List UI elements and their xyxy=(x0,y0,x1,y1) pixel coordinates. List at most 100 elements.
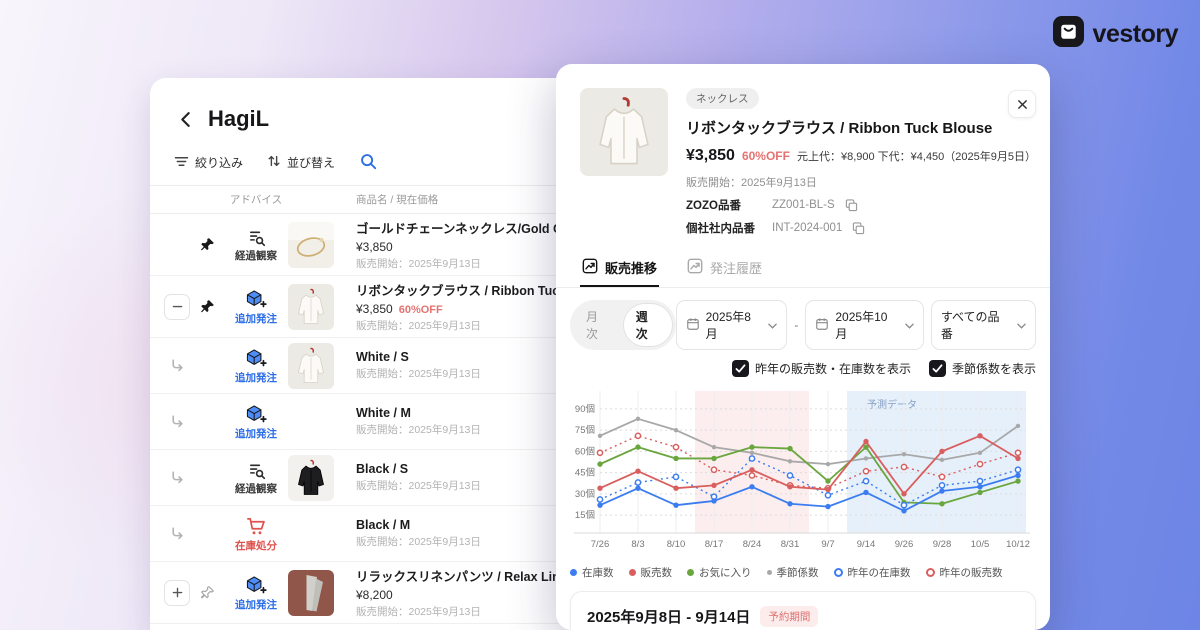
sort-label: 並び替え xyxy=(287,154,335,171)
product-name: Black / M xyxy=(356,518,574,532)
svg-text:10/12: 10/12 xyxy=(1006,539,1030,550)
reorder-icon xyxy=(245,289,267,312)
advice-label: 経過観察 xyxy=(235,484,277,495)
sort-button[interactable]: 並び替え xyxy=(267,154,335,171)
product-list-panel: HagiL 絞り込み 並び替え アドバイス 商品名 / 現在価格 経過観察ゴール… xyxy=(150,78,574,630)
advice-reorder: 追加発注 xyxy=(224,289,288,324)
tab-label: 発注履歴 xyxy=(710,258,762,277)
sku-filter-dropdown[interactable]: すべての品番 xyxy=(931,300,1036,350)
chart-legend: 在庫数販売数お気に入り季節係数昨年の在庫数昨年の販売数 xyxy=(556,564,1050,580)
toggle-monthly[interactable]: 月次 xyxy=(573,303,623,347)
chevron-down-icon xyxy=(1017,318,1026,332)
expand-button[interactable] xyxy=(164,580,190,606)
legend-item: 昨年の販売数 xyxy=(926,565,1003,580)
checkbox-last-year[interactable]: 昨年の販売数・在庫数を表示 xyxy=(732,360,911,377)
sort-icon xyxy=(267,154,281,171)
legend-label: 昨年の在庫数 xyxy=(848,565,911,580)
logo-text: vestory xyxy=(1093,20,1178,49)
date-to-dropdown[interactable]: 2025年10月 xyxy=(805,300,923,350)
legend-ring-marker xyxy=(926,568,935,577)
collapse-button[interactable] xyxy=(164,294,190,320)
svg-text:90個: 90個 xyxy=(575,403,595,415)
search-button[interactable] xyxy=(359,152,377,173)
internal-sku-value: INT-2024-001 xyxy=(772,222,842,234)
svg-text:9/7: 9/7 xyxy=(821,539,834,550)
advice-reorder: 追加発注 xyxy=(224,575,288,610)
date-to-value: 2025年10月 xyxy=(835,308,898,342)
discount-label: 60%OFF xyxy=(742,149,790,163)
product-image xyxy=(288,455,334,501)
product-image xyxy=(288,284,334,330)
pin-button-filled[interactable] xyxy=(200,237,215,252)
product-row[interactable]: 追加発注リラックスリネンパンツ / Relax Linen Pants¥8,20… xyxy=(150,561,574,623)
product-name: White / M xyxy=(356,406,574,420)
product-detail-modal: ネックレス リボンタックブラウス / Ribbon Tuck Blouse ¥3… xyxy=(556,64,1050,630)
legend-label: 季節係数 xyxy=(777,565,819,580)
app-background: vestory HagiL 絞り込み 並び替え アドバイス 商品名 / 現在価格… xyxy=(0,0,1200,630)
advice-observe: 経過観察 xyxy=(224,461,288,495)
copy-icon[interactable] xyxy=(845,199,858,212)
product-row[interactable]: 経過観察Black / S販売開始：2025年9月13日 xyxy=(150,449,574,505)
product-name: リボンタックブラウス / Ribbon Tuck Blouse xyxy=(356,280,574,299)
child-arrow-icon xyxy=(164,469,190,486)
copy-icon[interactable] xyxy=(852,222,865,235)
svg-text:9/14: 9/14 xyxy=(857,539,876,550)
product-name: White / S xyxy=(356,350,574,364)
checkbox-season-factor[interactable]: 季節係数を表示 xyxy=(929,360,1036,377)
period-toggle: 月次 週次 xyxy=(570,300,676,350)
internal-sku-label: 個社社内品番 xyxy=(686,220,762,236)
summary-period: 2025年9月8日 - 9月14日 xyxy=(587,606,750,627)
product-price: ¥3,850 xyxy=(356,240,393,254)
chevron-down-icon xyxy=(905,318,914,332)
svg-text:8/17: 8/17 xyxy=(705,539,724,550)
product-rows: 経過観察ゴールドチェーンネックレス/Gold Chain Nec¥3,850販売… xyxy=(150,214,574,630)
reorder-icon xyxy=(245,348,267,371)
toggle-weekly[interactable]: 週次 xyxy=(623,303,673,347)
svg-text:9/26: 9/26 xyxy=(895,539,914,550)
product-row[interactable]: 追加発注White / S販売開始：2025年9月13日 xyxy=(150,337,574,393)
product-row[interactable]: 経過観察ゴールドチェーンネックレス/Gold Chain Nec¥3,850販売… xyxy=(150,214,574,275)
filter-button[interactable]: 絞り込み xyxy=(174,154,243,171)
advice-label: 追加発注 xyxy=(235,314,277,325)
sale-start-date: 販売開始：2025年9月13日 xyxy=(356,604,574,619)
advice-reorder: 追加発注 xyxy=(224,404,288,439)
legend-label: 昨年の販売数 xyxy=(940,565,1003,580)
product-row[interactable]: 在庫処分 Black / M 販売開始：2025年9月13日 xyxy=(150,505,574,561)
product-name: Black / S xyxy=(356,462,574,476)
date-from-dropdown[interactable]: 2025年8月 xyxy=(676,300,788,350)
column-advice: アドバイス xyxy=(224,192,288,207)
product-row[interactable]: 経過観察ソフトレザースニーカー / Soft Leather Snea¥12,5… xyxy=(150,623,574,630)
product-name: リラックスリネンパンツ / Relax Linen Pants xyxy=(356,566,574,585)
product-price: ¥3,850 xyxy=(686,147,735,165)
checkbox-label: 昨年の販売数・在庫数を表示 xyxy=(755,360,911,377)
advice-clearance: 在庫処分 xyxy=(224,516,288,552)
reorder-icon xyxy=(245,404,267,427)
legend-item: 季節係数 xyxy=(767,565,819,580)
legend-dot-marker xyxy=(687,569,694,576)
sale-start-date: 販売開始：2025年9月13日 xyxy=(356,534,574,549)
close-button[interactable] xyxy=(1008,90,1036,118)
product-row[interactable]: 追加発注リボンタックブラウス / Ribbon Tuck Blouse¥3,85… xyxy=(150,275,574,337)
pin-button-filled[interactable] xyxy=(200,299,215,314)
discount-label: 60%OFF xyxy=(399,304,443,316)
advice-reorder: 追加発注 xyxy=(224,348,288,383)
product-row[interactable]: 追加発注White / M販売開始：2025年9月13日 xyxy=(150,393,574,449)
tab-sales-trend[interactable]: 販売推移 xyxy=(580,249,659,287)
back-button[interactable] xyxy=(174,108,196,130)
advice-label: 追加発注 xyxy=(235,373,277,384)
svg-text:75個: 75個 xyxy=(575,424,595,436)
checkbox-label: 季節係数を表示 xyxy=(952,360,1036,377)
legend-label: 在庫数 xyxy=(582,565,614,580)
tab-order-history[interactable]: 発注履歴 xyxy=(685,249,764,287)
category-badge: ネックレス xyxy=(686,88,759,109)
week-summary-card: 2025年9月8日 - 9月14日 予約期間 在庫数145点販売数¥325,00… xyxy=(570,591,1036,630)
line-chart-icon xyxy=(687,258,703,277)
svg-text:60個: 60個 xyxy=(575,445,595,457)
sku-filter-value: すべての品番 xyxy=(941,308,1011,342)
pin-button-outline[interactable] xyxy=(200,585,215,600)
checkbox-checked-icon xyxy=(732,360,749,377)
svg-text:7/26: 7/26 xyxy=(591,539,610,550)
legend-item: 販売数 xyxy=(629,565,673,580)
column-product: 商品名 / 現在価格 xyxy=(346,192,574,207)
filter-icon xyxy=(174,155,189,171)
